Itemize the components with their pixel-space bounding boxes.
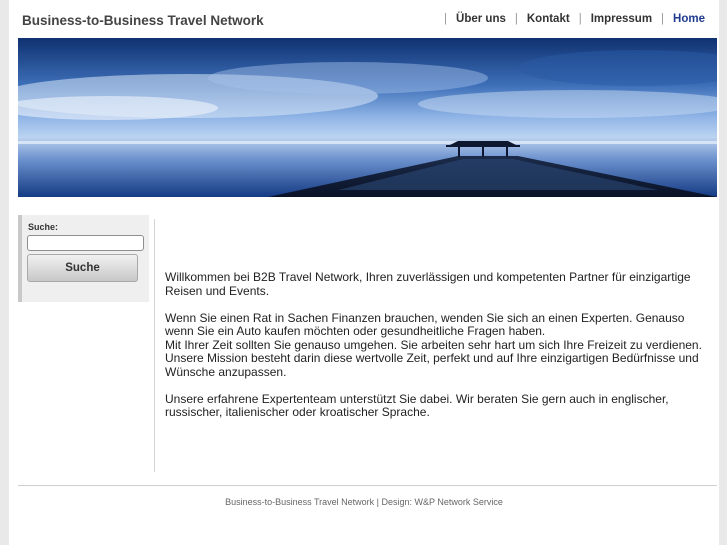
top-nav: | Über uns | Kontakt | Impressum | Home — [435, 13, 705, 25]
nav-link-home[interactable]: Home — [673, 13, 705, 25]
nav-link-kontakt[interactable]: Kontakt — [527, 13, 570, 25]
page-container: Business-to-Business Travel Network | Üb… — [9, 0, 719, 545]
nav-separator: | — [661, 13, 665, 25]
content-paragraph: Wenn Sie einen Rat in Sachen Finanzen br… — [165, 310, 710, 380]
pier-sunset-illustration — [18, 38, 717, 197]
footer-divider — [18, 485, 717, 486]
nav-separator: | — [578, 13, 582, 25]
content-line: Wenn Sie einen Rat in Sachen Finanzen br… — [165, 310, 685, 338]
site-title: Business-to-Business Travel Network — [22, 13, 264, 28]
main-content: Willkommen bei B2B Travel Network, Ihren… — [165, 270, 710, 433]
content-line: Mit Ihrer Zeit sollten Sie genauso umgeh… — [165, 337, 702, 379]
nav-separator: | — [444, 13, 448, 25]
content-paragraph: Unsere erfahrene Expertenteam unterstütz… — [165, 391, 669, 419]
search-input[interactable] — [27, 235, 144, 251]
search-sidebar: Suche: Suche — [18, 215, 149, 302]
nav-separator: | — [514, 13, 518, 25]
footer-text: Business-to-Business Travel Network | De… — [225, 497, 503, 507]
nav-link-ueber-uns[interactable]: Über uns — [456, 13, 506, 25]
nav-link-impressum[interactable]: Impressum — [591, 13, 652, 25]
content-divider — [154, 219, 155, 472]
search-label: Suche: — [28, 222, 59, 232]
search-button[interactable]: Suche — [27, 254, 138, 282]
header-banner-image — [18, 38, 717, 197]
welcome-paragraph: Willkommen bei B2B Travel Network, Ihren… — [165, 270, 691, 298]
